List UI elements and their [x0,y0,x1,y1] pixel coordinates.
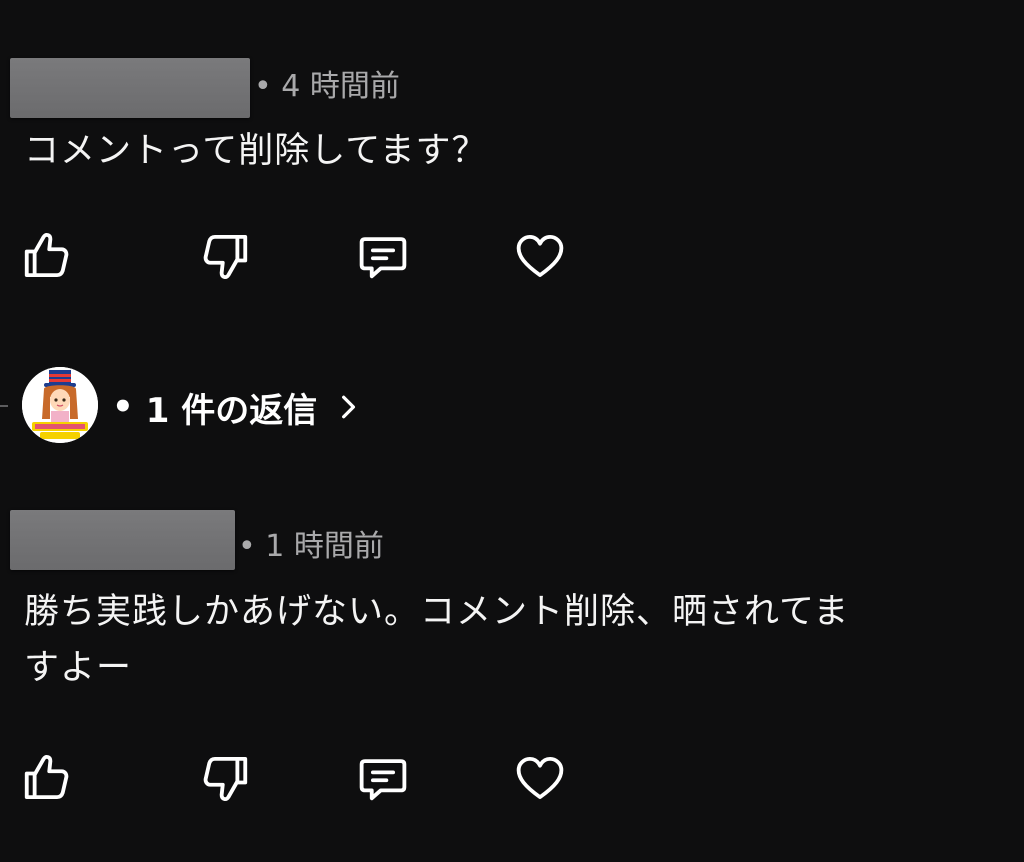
dislike-button[interactable] [195,226,255,286]
comment-text-line: コメントって削除してます？ [24,131,488,171]
dislike-icon [203,756,248,801]
avatar-character-image [22,367,98,443]
replies-toggle-button[interactable]: • 1 件の返信 [112,384,361,431]
comment-actions [0,748,1024,808]
chevron-right-icon [335,392,361,422]
comment-actions [0,226,1024,286]
heart-button[interactable] [510,226,570,286]
heart-icon [516,234,564,278]
comment-text: 勝ち実践しかあげない。コメント削除、晒されてま すよー [24,584,849,696]
reply-button[interactable] [353,748,413,808]
comment-text: コメントって削除してます？ [24,123,487,179]
dislike-icon [203,234,248,279]
dislike-button[interactable] [195,748,255,808]
reply-icon [359,759,407,801]
reply-button[interactable] [353,226,413,286]
thread-connector [0,405,8,407]
comment-text-line: すよー [24,648,133,688]
like-icon [24,755,69,800]
heart-icon [516,756,564,800]
comment-timestamp: • 1 時間前 [238,529,384,564]
comment-text-line: 勝ち実践しかあげない。コメント削除、晒されてま [24,592,850,632]
avatar[interactable] [22,367,98,443]
like-button[interactable] [17,226,77,286]
like-button[interactable] [17,748,77,808]
redacted-username [10,510,235,570]
redacted-username [10,58,250,118]
replies-count-label: 1 件の返信 [145,390,318,431]
comment-timestamp: • 4 時間前 [254,69,400,104]
like-icon [24,233,69,278]
replies-dot: • [112,387,134,427]
reply-icon [359,237,407,279]
heart-button[interactable] [510,748,570,808]
